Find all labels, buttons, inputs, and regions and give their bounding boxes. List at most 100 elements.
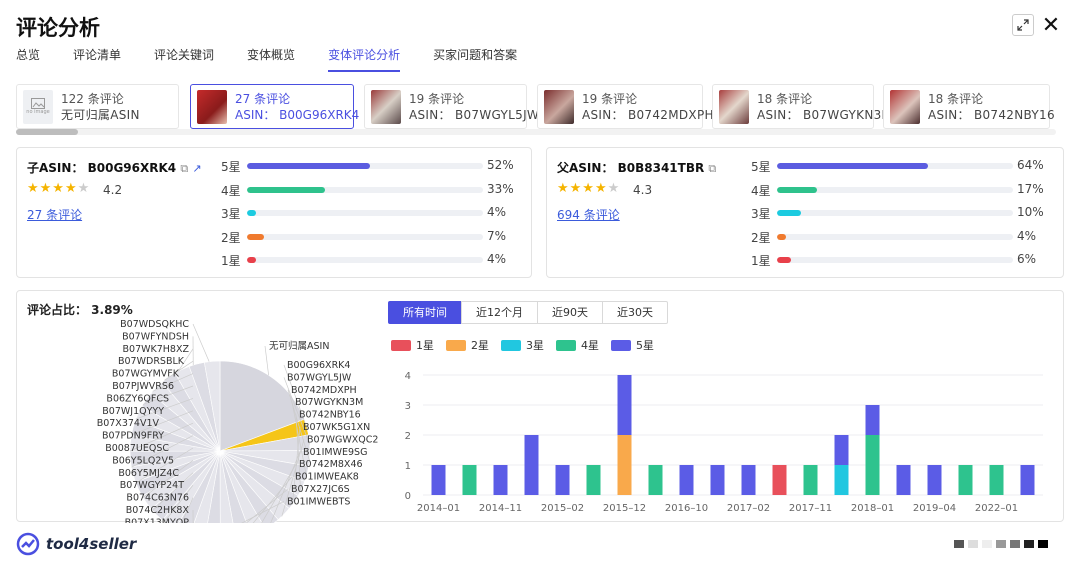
bar-segment[interactable] bbox=[617, 435, 632, 495]
time-90d-button[interactable]: 近90天 bbox=[537, 301, 603, 324]
rating-bar-row: 5星 64% bbox=[751, 158, 1051, 174]
x-tick-label: 2015–02 bbox=[541, 503, 584, 514]
tab-variant-overview[interactable]: 变体概览 bbox=[247, 46, 295, 72]
tab-variant-review-analysis[interactable]: 变体评论分析 bbox=[328, 46, 401, 72]
copy-icon[interactable]: ⧉ bbox=[708, 162, 716, 175]
pie-label: B0087UEQSC bbox=[105, 443, 169, 454]
x-tick-label: 2014–01 bbox=[417, 503, 460, 514]
rating-bar-track bbox=[777, 210, 1013, 216]
parent-review-link[interactable]: 694 条评论 bbox=[557, 206, 620, 223]
bar-segment[interactable] bbox=[865, 405, 880, 435]
variant-card[interactable]: 19 条评论 ASIN： B0742MDXPH bbox=[537, 84, 714, 129]
bar-segment[interactable] bbox=[741, 465, 756, 495]
variant-review-count: 19 条评论 bbox=[582, 91, 638, 106]
rating-bar-row: 4星 33% bbox=[221, 182, 521, 198]
horizontal-scrollbar[interactable] bbox=[16, 129, 1056, 135]
bar-segment[interactable] bbox=[586, 465, 601, 495]
y-tick-label: 1 bbox=[405, 461, 411, 472]
expand-icon[interactable] bbox=[1012, 14, 1034, 36]
bar-segment[interactable] bbox=[648, 465, 663, 495]
bar-segment[interactable] bbox=[462, 465, 477, 495]
pie-label: B07WK5G1XN bbox=[303, 422, 370, 433]
legend-item-1star[interactable]: 1星 bbox=[391, 337, 434, 353]
tab-review-list[interactable]: 评论清单 bbox=[73, 46, 121, 72]
bar-segment[interactable] bbox=[555, 465, 570, 495]
variant-card[interactable]: 18 条评论 ASIN： B07WGYKN3M bbox=[712, 84, 892, 129]
copy-icon[interactable]: ⧉ bbox=[180, 162, 188, 175]
legend-item-2star[interactable]: 2星 bbox=[446, 337, 489, 353]
time-all-button[interactable]: 所有时间 bbox=[388, 301, 462, 324]
logo-icon bbox=[16, 532, 40, 556]
pie-label: B07X374V1V bbox=[97, 418, 160, 429]
tab-overview[interactable]: 总览 bbox=[16, 46, 40, 72]
rating-bar-fill bbox=[247, 163, 370, 169]
variant-card-selected[interactable]: 27 条评论 ASIN： B00G96XRK4 bbox=[190, 84, 359, 129]
rating-bar-label: 1星 bbox=[751, 254, 771, 268]
bar-segment[interactable] bbox=[772, 465, 787, 495]
tab-review-keywords[interactable]: 评论关键词 bbox=[154, 46, 214, 72]
time-12m-button[interactable]: 近12个月 bbox=[461, 301, 538, 324]
x-tick-label: 2014–11 bbox=[479, 503, 522, 514]
bar-segment[interactable] bbox=[679, 465, 694, 495]
legend-item-3star[interactable]: 3星 bbox=[501, 337, 544, 353]
variant-card[interactable]: no image 122 条评论 无可归属ASIN bbox=[16, 84, 179, 129]
parent-asin-title: 父ASIN： B0B8341TBR ⧉ bbox=[557, 159, 716, 176]
rating-bar-fill bbox=[777, 233, 787, 240]
bar-segment[interactable] bbox=[617, 375, 632, 435]
variant-card[interactable]: 18 条评论 ASIN： B0742NBY16 bbox=[883, 84, 1055, 129]
bar-segment[interactable] bbox=[524, 435, 539, 495]
scrollbar-thumb[interactable] bbox=[16, 129, 78, 135]
pie-label: B07WDRSBLK bbox=[118, 356, 185, 367]
rating-bar-label: 1星 bbox=[221, 254, 241, 268]
variant-card[interactable]: 19 条评论 ASIN： B07WGYL5JW bbox=[364, 84, 539, 129]
pie-label: 无可归属ASIN bbox=[269, 340, 329, 352]
variant-review-count: 19 条评论 bbox=[409, 91, 465, 106]
bar-segment[interactable] bbox=[989, 465, 1004, 495]
bar-segment[interactable] bbox=[958, 465, 973, 495]
rating-bar-track bbox=[777, 233, 1013, 240]
pie-label: B07PJWVRS6 bbox=[112, 381, 174, 392]
variant-asin: ASIN： B0742NBY16 bbox=[928, 107, 1055, 122]
bar-segment[interactable] bbox=[493, 465, 508, 495]
rating-bar-label: 4星 bbox=[221, 183, 241, 198]
bar-segment[interactable] bbox=[834, 435, 849, 465]
time-30d-button[interactable]: 近30天 bbox=[602, 301, 668, 324]
rating-bar-track bbox=[247, 257, 483, 263]
product-thumbnail bbox=[890, 89, 920, 124]
bar-segment[interactable] bbox=[1020, 465, 1035, 495]
bar-segment[interactable] bbox=[927, 465, 942, 495]
child-asin-title: 子ASIN： B00G96XRK4 ⧉ ↗ bbox=[27, 159, 202, 176]
rating-bar-track bbox=[777, 163, 1013, 169]
rating-bar-row: 1星 6% bbox=[751, 252, 1051, 268]
tab-buyer-qa[interactable]: 买家问题和答案 bbox=[433, 46, 517, 72]
rating-bar-fill bbox=[247, 233, 264, 240]
rating-bar-fill bbox=[247, 210, 257, 216]
rating-bar-label: 4星 bbox=[751, 183, 771, 198]
bar-segment[interactable] bbox=[803, 465, 818, 495]
variant-review-count: 27 条评论 bbox=[235, 91, 291, 106]
time-range-selector: 所有时间 近12个月 近90天 近30天 bbox=[388, 301, 668, 324]
legend-item-5star[interactable]: 5星 bbox=[611, 337, 654, 353]
pie-label: B0742M8X46 bbox=[299, 459, 363, 470]
rating-bar-row: 2星 7% bbox=[221, 229, 521, 245]
pixel-decoration bbox=[954, 540, 1052, 548]
rating-bar-percent: 52% bbox=[487, 158, 514, 172]
child-review-link[interactable]: 27 条评论 bbox=[27, 206, 82, 223]
legend-item-4star[interactable]: 4星 bbox=[556, 337, 599, 353]
bar-segment[interactable] bbox=[431, 465, 446, 495]
page-title: 评论分析 bbox=[16, 16, 100, 40]
pie-label: B07X13MYQP bbox=[125, 517, 190, 523]
close-icon[interactable]: ✕ bbox=[1040, 13, 1062, 38]
bar-segment[interactable] bbox=[865, 435, 880, 495]
bar-segment[interactable] bbox=[896, 465, 911, 495]
pie-label: B06ZY6QFCS bbox=[106, 393, 169, 404]
x-tick-label: 2016–10 bbox=[665, 503, 708, 514]
y-tick-label: 3 bbox=[405, 401, 411, 412]
logo-text: tool4seller bbox=[46, 535, 137, 553]
bar-segment[interactable] bbox=[710, 465, 725, 495]
variant-asin: ASIN： B07WGYL5JW bbox=[409, 107, 540, 122]
bar-segment[interactable] bbox=[834, 465, 849, 495]
external-link-icon[interactable]: ↗ bbox=[192, 162, 201, 175]
rating-bar-label: 2星 bbox=[221, 230, 241, 245]
no-image-label: no image bbox=[26, 109, 50, 115]
